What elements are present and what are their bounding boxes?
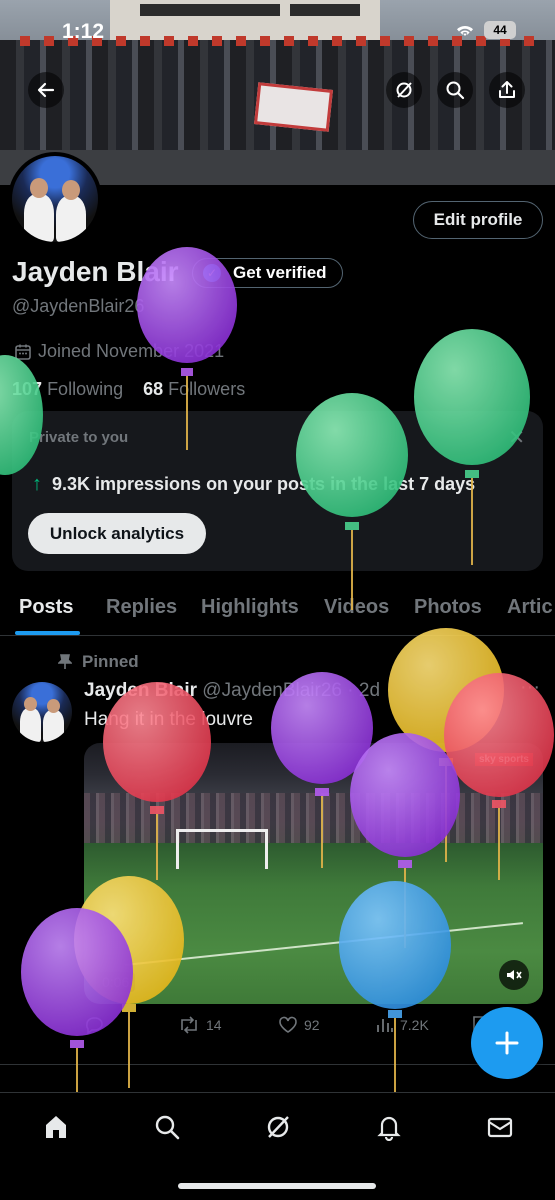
- nav-home[interactable]: [34, 1107, 78, 1147]
- post-avatar-figure-left: [20, 708, 41, 742]
- heart-icon: [279, 1016, 297, 1033]
- nav-messages[interactable]: [478, 1107, 522, 1147]
- private-card-title: Private to you: [29, 429, 129, 446]
- search-icon: [155, 1115, 180, 1140]
- status-time: 1:12: [62, 20, 105, 43]
- tab-posts[interactable]: Posts: [19, 596, 73, 619]
- unlock-analytics-button[interactable]: Unlock analytics: [28, 513, 206, 554]
- joined-label: Joined November 2021: [38, 341, 225, 361]
- calendar-icon: [15, 344, 31, 360]
- post-author-handle: @JaydenBlair26: [202, 680, 342, 701]
- video-stand: [84, 793, 543, 843]
- video-goal: [176, 829, 268, 869]
- impressions-row: ↑ 9.3K impressions on your posts in the …: [32, 473, 475, 496]
- profile-avatar[interactable]: [8, 152, 102, 246]
- like-count: 92: [304, 1017, 320, 1033]
- get-verified-button[interactable]: ✓ Get verified: [192, 258, 343, 288]
- following-link[interactable]: 107 Following: [12, 379, 123, 399]
- followers-count: 68: [143, 379, 164, 399]
- battery-indicator: 44: [484, 21, 516, 39]
- post-age: · 2d: [347, 680, 381, 701]
- share-button[interactable]: [489, 72, 525, 108]
- more-options-icon[interactable]: ···: [520, 676, 540, 699]
- search-icon: [446, 81, 465, 100]
- post-divider: [0, 1064, 555, 1065]
- followers-label: Followers: [168, 379, 246, 399]
- views-button[interactable]: 7.2K: [376, 1016, 429, 1034]
- profile-handle: @JaydenBlair26: [12, 296, 145, 316]
- grok-icon: [267, 1116, 289, 1138]
- post-author-name[interactable]: Jayden Blair: [84, 680, 197, 701]
- views-count: 7.2K: [400, 1017, 429, 1033]
- avatar-face-left: [30, 178, 48, 198]
- search-button[interactable]: [437, 72, 473, 108]
- nav-search[interactable]: [145, 1107, 189, 1147]
- post-avatar[interactable]: [12, 682, 72, 742]
- pinned-label: Pinned: [58, 652, 139, 672]
- home-indicator[interactable]: [178, 1183, 376, 1189]
- back-arrow-icon: [37, 82, 55, 98]
- arrow-up-icon: ↑: [32, 473, 42, 495]
- tab-videos[interactable]: Videos: [324, 596, 389, 619]
- edit-profile-button[interactable]: Edit profile: [413, 201, 543, 239]
- like-button[interactable]: 92: [278, 1016, 320, 1034]
- status-bar: 1:12 44: [0, 18, 555, 48]
- profile-tabs: Posts Replies Highlights Videos Photos A…: [0, 588, 555, 636]
- tab-articles[interactable]: Artic: [507, 596, 553, 619]
- tab-indicator: [15, 631, 80, 635]
- compose-post-button[interactable]: [471, 1007, 543, 1079]
- tab-photos[interactable]: Photos: [414, 596, 482, 619]
- bell-icon: [377, 1116, 401, 1141]
- followers-link[interactable]: 68 Followers: [143, 379, 245, 399]
- video-duration: 0:06: [96, 972, 136, 992]
- nav-notifications[interactable]: [367, 1107, 411, 1147]
- get-verified-label: Get verified: [233, 263, 327, 282]
- plus-icon: [495, 1031, 519, 1055]
- back-button[interactable]: [28, 72, 64, 108]
- reply-icon: [86, 1017, 103, 1034]
- follow-stats: 107 Following 68 Followers: [12, 379, 245, 400]
- tab-highlights[interactable]: Highlights: [201, 596, 299, 619]
- repost-count: 14: [206, 1017, 222, 1033]
- nav-grok[interactable]: [256, 1107, 300, 1147]
- share-icon: [499, 81, 515, 98]
- reply-button[interactable]: [84, 1016, 110, 1034]
- avatar-face-right: [62, 180, 80, 200]
- private-analytics-card: Private to you ✕ ↑ 9.3K impressions on y…: [12, 411, 543, 571]
- grok-button[interactable]: [386, 72, 422, 108]
- mute-icon[interactable]: [499, 960, 529, 990]
- grok-icon: [396, 82, 412, 98]
- mail-icon: [487, 1117, 513, 1138]
- tab-replies[interactable]: Replies: [106, 596, 177, 619]
- avatar-photo: [12, 156, 98, 242]
- home-icon: [46, 1116, 66, 1138]
- avatar-figure-right: [56, 196, 86, 242]
- post-avatar-face-left: [24, 697, 37, 711]
- post-avatar-figure-right: [43, 710, 64, 742]
- building-sign-2: [290, 4, 360, 16]
- broadcaster-logo: sky sports: [474, 753, 533, 766]
- post-avatar-face-right: [47, 699, 60, 713]
- repost-button[interactable]: 14: [178, 1016, 222, 1034]
- wifi-icon: [455, 22, 475, 43]
- banner-flag: [254, 82, 333, 132]
- post-text: Hang it in the louvre: [84, 709, 253, 730]
- joined-date: Joined November 2021: [14, 341, 224, 362]
- repost-icon: [181, 1016, 197, 1034]
- post-header: Jayden Blair @JaydenBlair26 · 2d: [84, 680, 380, 702]
- profile-name: Jayden Blair: [12, 256, 179, 287]
- following-label: Following: [47, 379, 124, 399]
- building-sign: [140, 4, 280, 16]
- pin-icon: [58, 654, 72, 669]
- avatar-figure-left: [24, 194, 54, 242]
- views-icon: [377, 1019, 393, 1032]
- video-pitch-line: [124, 922, 524, 966]
- post-video[interactable]: sky sports 0:06: [84, 743, 543, 1004]
- following-count: 107: [12, 379, 43, 399]
- pinned-text: Pinned: [82, 652, 139, 671]
- verified-badge-icon: ✓: [203, 264, 221, 282]
- close-icon[interactable]: ✕: [508, 425, 525, 450]
- impressions-text: 9.3K impressions on your posts in the la…: [52, 474, 476, 494]
